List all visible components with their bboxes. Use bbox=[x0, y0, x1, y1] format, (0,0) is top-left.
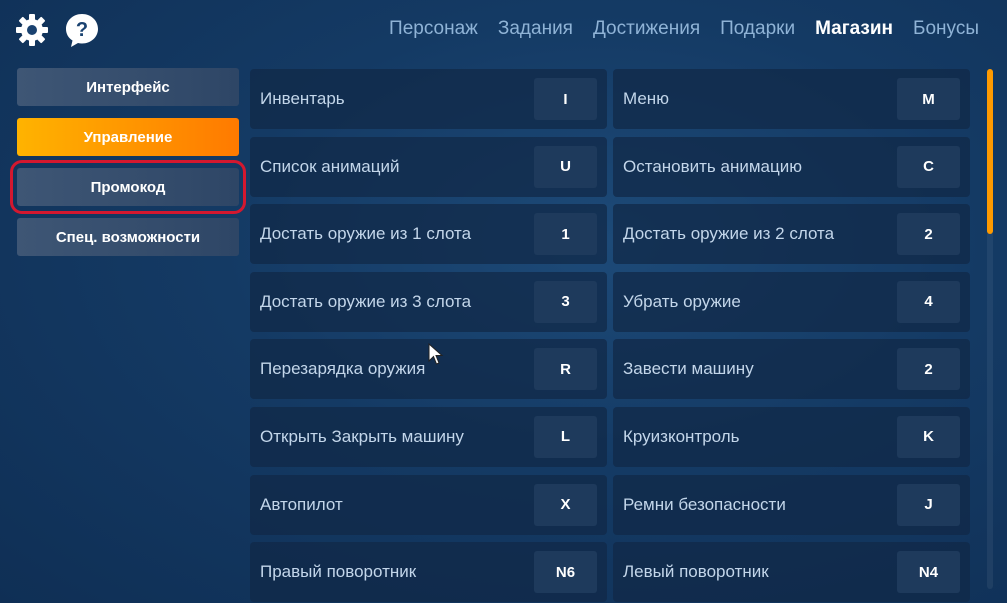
keybind-action-label: Достать оружие из 1 слота bbox=[260, 224, 472, 244]
keybind-cell: Меню M bbox=[613, 69, 970, 129]
keybind-action-label: Перезарядка оружия bbox=[260, 359, 426, 379]
keybind-cell: Инвентарь I bbox=[250, 69, 607, 129]
keybind-action-label: Убрать оружие bbox=[623, 291, 741, 311]
keybind-action-label: Правый поворотник bbox=[260, 562, 417, 582]
keybind-action-label: Список анимаций bbox=[260, 156, 400, 176]
keybind-cell: Завести машину 2 bbox=[613, 339, 970, 400]
keybind-cell: Открыть Закрыть машину L bbox=[250, 406, 607, 467]
scrollbar[interactable] bbox=[987, 69, 993, 589]
keybind-cell: Автопилот X bbox=[250, 474, 607, 535]
keybind-key-button[interactable]: 1 bbox=[534, 213, 597, 256]
keybind-cell: Список анимаций U bbox=[250, 136, 607, 197]
keybind-key-button[interactable]: L bbox=[534, 415, 597, 458]
nav-tab-2[interactable]: Достижения bbox=[583, 18, 710, 40]
keybind-row: Достать оружие из 1 слота 1 Достать оружие… bbox=[250, 204, 970, 265]
nav-tab-1[interactable]: Задания bbox=[488, 18, 583, 40]
keybind-key-button[interactable]: N4 bbox=[897, 551, 960, 594]
keybind-key-button[interactable]: 3 bbox=[534, 280, 597, 323]
nav-tab-3[interactable]: Подарки bbox=[710, 18, 805, 40]
keybind-action-label: Завести машину bbox=[623, 359, 754, 379]
nav-tab-5[interactable]: Бонусы bbox=[903, 18, 989, 40]
keybind-action-label: Круизконтроль bbox=[623, 426, 740, 446]
keybind-key-button[interactable]: 2 bbox=[897, 348, 960, 391]
keybind-row: Автопилот X Ремни безопасности J bbox=[250, 474, 970, 535]
keybind-key-button[interactable]: 2 bbox=[897, 213, 960, 256]
sidebar-item-0[interactable]: Интерфейс bbox=[17, 68, 239, 106]
settings-sidebar: Интерфейс Управление Промокод Спец. возможн… bbox=[17, 68, 239, 268]
keybind-action-label: Открыть Закрыть машину bbox=[260, 426, 464, 446]
keybind-action-label: Инвентарь bbox=[260, 89, 345, 108]
keybind-key-button[interactable]: X bbox=[534, 483, 597, 526]
keybind-key-button[interactable]: I bbox=[534, 78, 597, 120]
keybind-cell: Убрать оружие 4 bbox=[613, 271, 970, 332]
mouse-cursor-icon bbox=[428, 343, 444, 365]
keybind-cell: Остановить анимацию C bbox=[613, 136, 970, 197]
keybind-key-button[interactable]: C bbox=[897, 145, 960, 188]
keybind-cell: Левый поворотник N4 bbox=[613, 542, 970, 603]
keybind-row: Открыть Закрыть машину L Круизконтроль K bbox=[250, 406, 970, 467]
keybind-row: Правый поворотник N6 Левый поворотник N4 bbox=[250, 542, 970, 603]
top-bar: ? Персонаж Задания Достижения Подарки Магази… bbox=[0, 0, 1007, 62]
keybind-cell: Достать оружие из 3 слота 3 bbox=[250, 271, 607, 332]
keybind-action-label: Достать оружие из 3 слота bbox=[260, 291, 472, 311]
keybind-cell: Правый поворотник N6 bbox=[250, 542, 607, 603]
keybind-cell: Круизконтроль K bbox=[613, 406, 970, 467]
keybind-action-label: Остановить анимацию bbox=[623, 156, 802, 176]
keybind-cell: Достать оружие из 2 слота 2 bbox=[613, 204, 970, 265]
keybind-action-label: Достать оружие из 2 слота bbox=[623, 224, 835, 244]
keybind-row: Инвентарь I Меню M bbox=[250, 69, 970, 129]
gear-icon[interactable] bbox=[14, 12, 50, 48]
sidebar-item-3[interactable]: Спец. возможности bbox=[17, 218, 239, 256]
keybind-key-button[interactable]: U bbox=[534, 145, 597, 188]
keybind-action-label: Меню bbox=[623, 89, 669, 108]
keybind-action-label: Левый поворотник bbox=[623, 562, 769, 582]
keybind-row: Перезарядка оружия R Завести машину 2 bbox=[250, 339, 970, 400]
keybind-key-button[interactable]: R bbox=[534, 348, 597, 391]
help-bubble-icon[interactable]: ? bbox=[64, 12, 100, 48]
keybind-action-label: Ремни безопасности bbox=[623, 494, 786, 514]
svg-text:?: ? bbox=[76, 19, 88, 41]
nav-tab-0[interactable]: Персонаж bbox=[379, 18, 488, 40]
keybind-key-button[interactable]: J bbox=[897, 483, 960, 526]
keybind-key-button[interactable]: K bbox=[897, 415, 960, 458]
keybind-key-button[interactable]: 4 bbox=[897, 280, 960, 323]
keybind-key-button[interactable]: N6 bbox=[534, 551, 597, 594]
sidebar-item-1[interactable]: Управление bbox=[17, 118, 239, 156]
main-nav: Персонаж Задания Достижения Подарки Магазин Б… bbox=[379, 18, 989, 40]
scrollbar-thumb[interactable] bbox=[987, 69, 993, 234]
keybind-key-button[interactable]: M bbox=[897, 78, 960, 120]
keybind-grid: Инвентарь I Меню M Список анимаций U Остановит… bbox=[250, 69, 970, 603]
keybind-row: Список анимаций U Остановить анимацию C bbox=[250, 136, 970, 197]
keybind-cell: Достать оружие из 1 слота 1 bbox=[250, 204, 607, 265]
keybind-cell: Ремни безопасности J bbox=[613, 474, 970, 535]
keybind-row: Достать оружие из 3 слота 3 Убрать оружие 4 bbox=[250, 271, 970, 332]
nav-tab-4[interactable]: Магазин bbox=[805, 18, 903, 40]
keybind-action-label: Автопилот bbox=[260, 494, 343, 514]
sidebar-item-2[interactable]: Промокод bbox=[17, 168, 239, 206]
